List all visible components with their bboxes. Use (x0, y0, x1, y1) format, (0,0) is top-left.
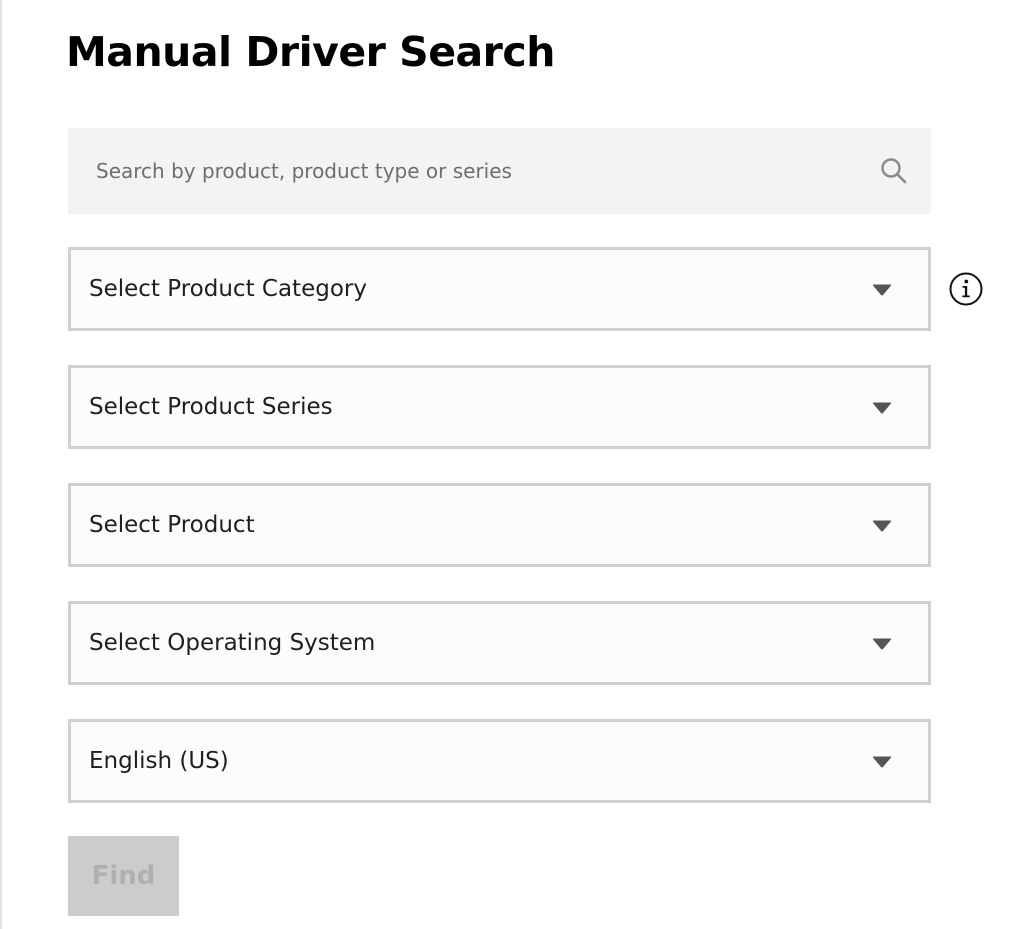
operating-system-select[interactable]: Select Operating System (68, 601, 931, 685)
language-label: English (US) (89, 748, 229, 774)
left-divider (0, 0, 2, 929)
language-select[interactable]: English (US) (68, 719, 931, 803)
chevron-down-icon (872, 402, 892, 414)
driver-search-page: Manual Driver Search Select Product Cate… (0, 0, 1024, 929)
search-input[interactable] (68, 128, 858, 214)
operating-system-label: Select Operating System (89, 630, 376, 656)
find-button[interactable]: Find (68, 836, 179, 916)
product-category-label: Select Product Category (89, 276, 367, 302)
product-series-select[interactable]: Select Product Series (68, 365, 931, 449)
chevron-down-icon (872, 284, 892, 296)
chevron-down-icon (872, 638, 892, 650)
product-series-label: Select Product Series (89, 394, 333, 420)
search-bar (68, 128, 931, 214)
chevron-down-icon (872, 520, 892, 532)
product-label: Select Product (89, 512, 255, 538)
info-icon[interactable] (948, 271, 984, 307)
product-select[interactable]: Select Product (68, 483, 931, 567)
page-title: Manual Driver Search (66, 28, 555, 76)
chevron-down-icon (872, 756, 892, 768)
search-icon[interactable] (879, 156, 909, 186)
product-category-select[interactable]: Select Product Category (68, 247, 931, 331)
